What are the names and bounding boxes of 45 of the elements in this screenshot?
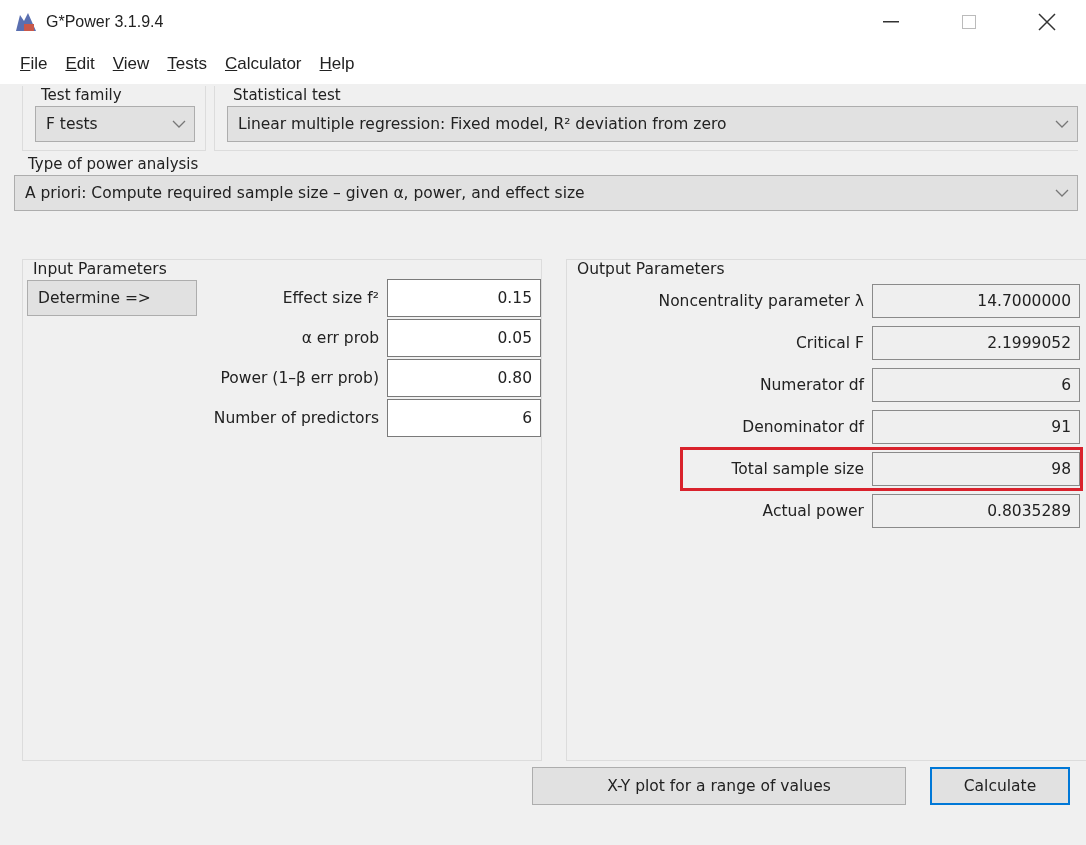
group-label: Type of power analysis bbox=[27, 155, 200, 173]
output-field: 91 bbox=[872, 410, 1080, 444]
calculate-button[interactable]: Calculate bbox=[930, 767, 1070, 805]
output-field: 6 bbox=[872, 368, 1080, 402]
chevron-down-icon bbox=[1055, 119, 1069, 129]
input-field[interactable]: 0.05 bbox=[387, 319, 541, 357]
output-field: 14.7000000 bbox=[872, 284, 1080, 318]
output-field: 0.8035289 bbox=[872, 494, 1080, 528]
output-field: 2.1999052 bbox=[872, 326, 1080, 360]
power-analysis-dropdown[interactable]: A priori: Compute required sample size – given α, power, and effect size bbox=[14, 175, 1078, 211]
output-field: 98 bbox=[872, 452, 1080, 486]
input-field[interactable]: 0.15 bbox=[387, 279, 541, 317]
field-label: α err prob bbox=[300, 329, 380, 347]
app-icon bbox=[14, 11, 38, 33]
field-label: Critical F bbox=[794, 334, 865, 352]
menu-item[interactable]: Tests bbox=[167, 54, 207, 74]
test-family-dropdown[interactable]: F tests bbox=[35, 106, 195, 142]
field-label: Numerator df bbox=[758, 376, 866, 394]
menu-item[interactable]: File bbox=[20, 54, 48, 74]
statistical-test-dropdown[interactable]: Linear multiple regression: Fixed model, R² deviation from zero bbox=[227, 106, 1078, 142]
plot-button[interactable]: X-Y plot for a range of values bbox=[532, 767, 906, 805]
input-field[interactable]: 6 bbox=[387, 399, 541, 437]
group-label: Statistical test bbox=[232, 86, 342, 104]
field-label: Number of predictors bbox=[212, 409, 380, 427]
window-title: G*Power 3.1.9.4 bbox=[46, 13, 164, 31]
field-label: Total sample size bbox=[730, 460, 865, 478]
panel-title: Input Parameters bbox=[32, 260, 168, 278]
chevron-down-icon bbox=[1055, 188, 1069, 198]
menu-item[interactable]: View bbox=[112, 54, 150, 74]
menu-item[interactable]: Edit bbox=[65, 54, 95, 74]
field-label: Noncentrality parameter λ bbox=[657, 292, 865, 310]
panel-title: Output Parameters bbox=[576, 260, 726, 278]
minimize-icon bbox=[883, 21, 899, 23]
group-label: Test family bbox=[40, 86, 123, 104]
menu-item[interactable]: Calculator bbox=[224, 54, 302, 74]
close-icon bbox=[1038, 13, 1056, 31]
determine-button[interactable]: Determine => bbox=[27, 280, 197, 316]
menu-item[interactable]: Help bbox=[319, 54, 355, 74]
field-label: Effect size f² bbox=[281, 289, 380, 307]
maximize-icon bbox=[962, 15, 976, 29]
input-field[interactable]: 0.80 bbox=[387, 359, 541, 397]
field-label: Power (1–β err prob) bbox=[219, 369, 380, 387]
field-label: Denominator df bbox=[741, 418, 866, 436]
field-label: Actual power bbox=[761, 502, 865, 520]
chevron-down-icon bbox=[172, 119, 186, 129]
